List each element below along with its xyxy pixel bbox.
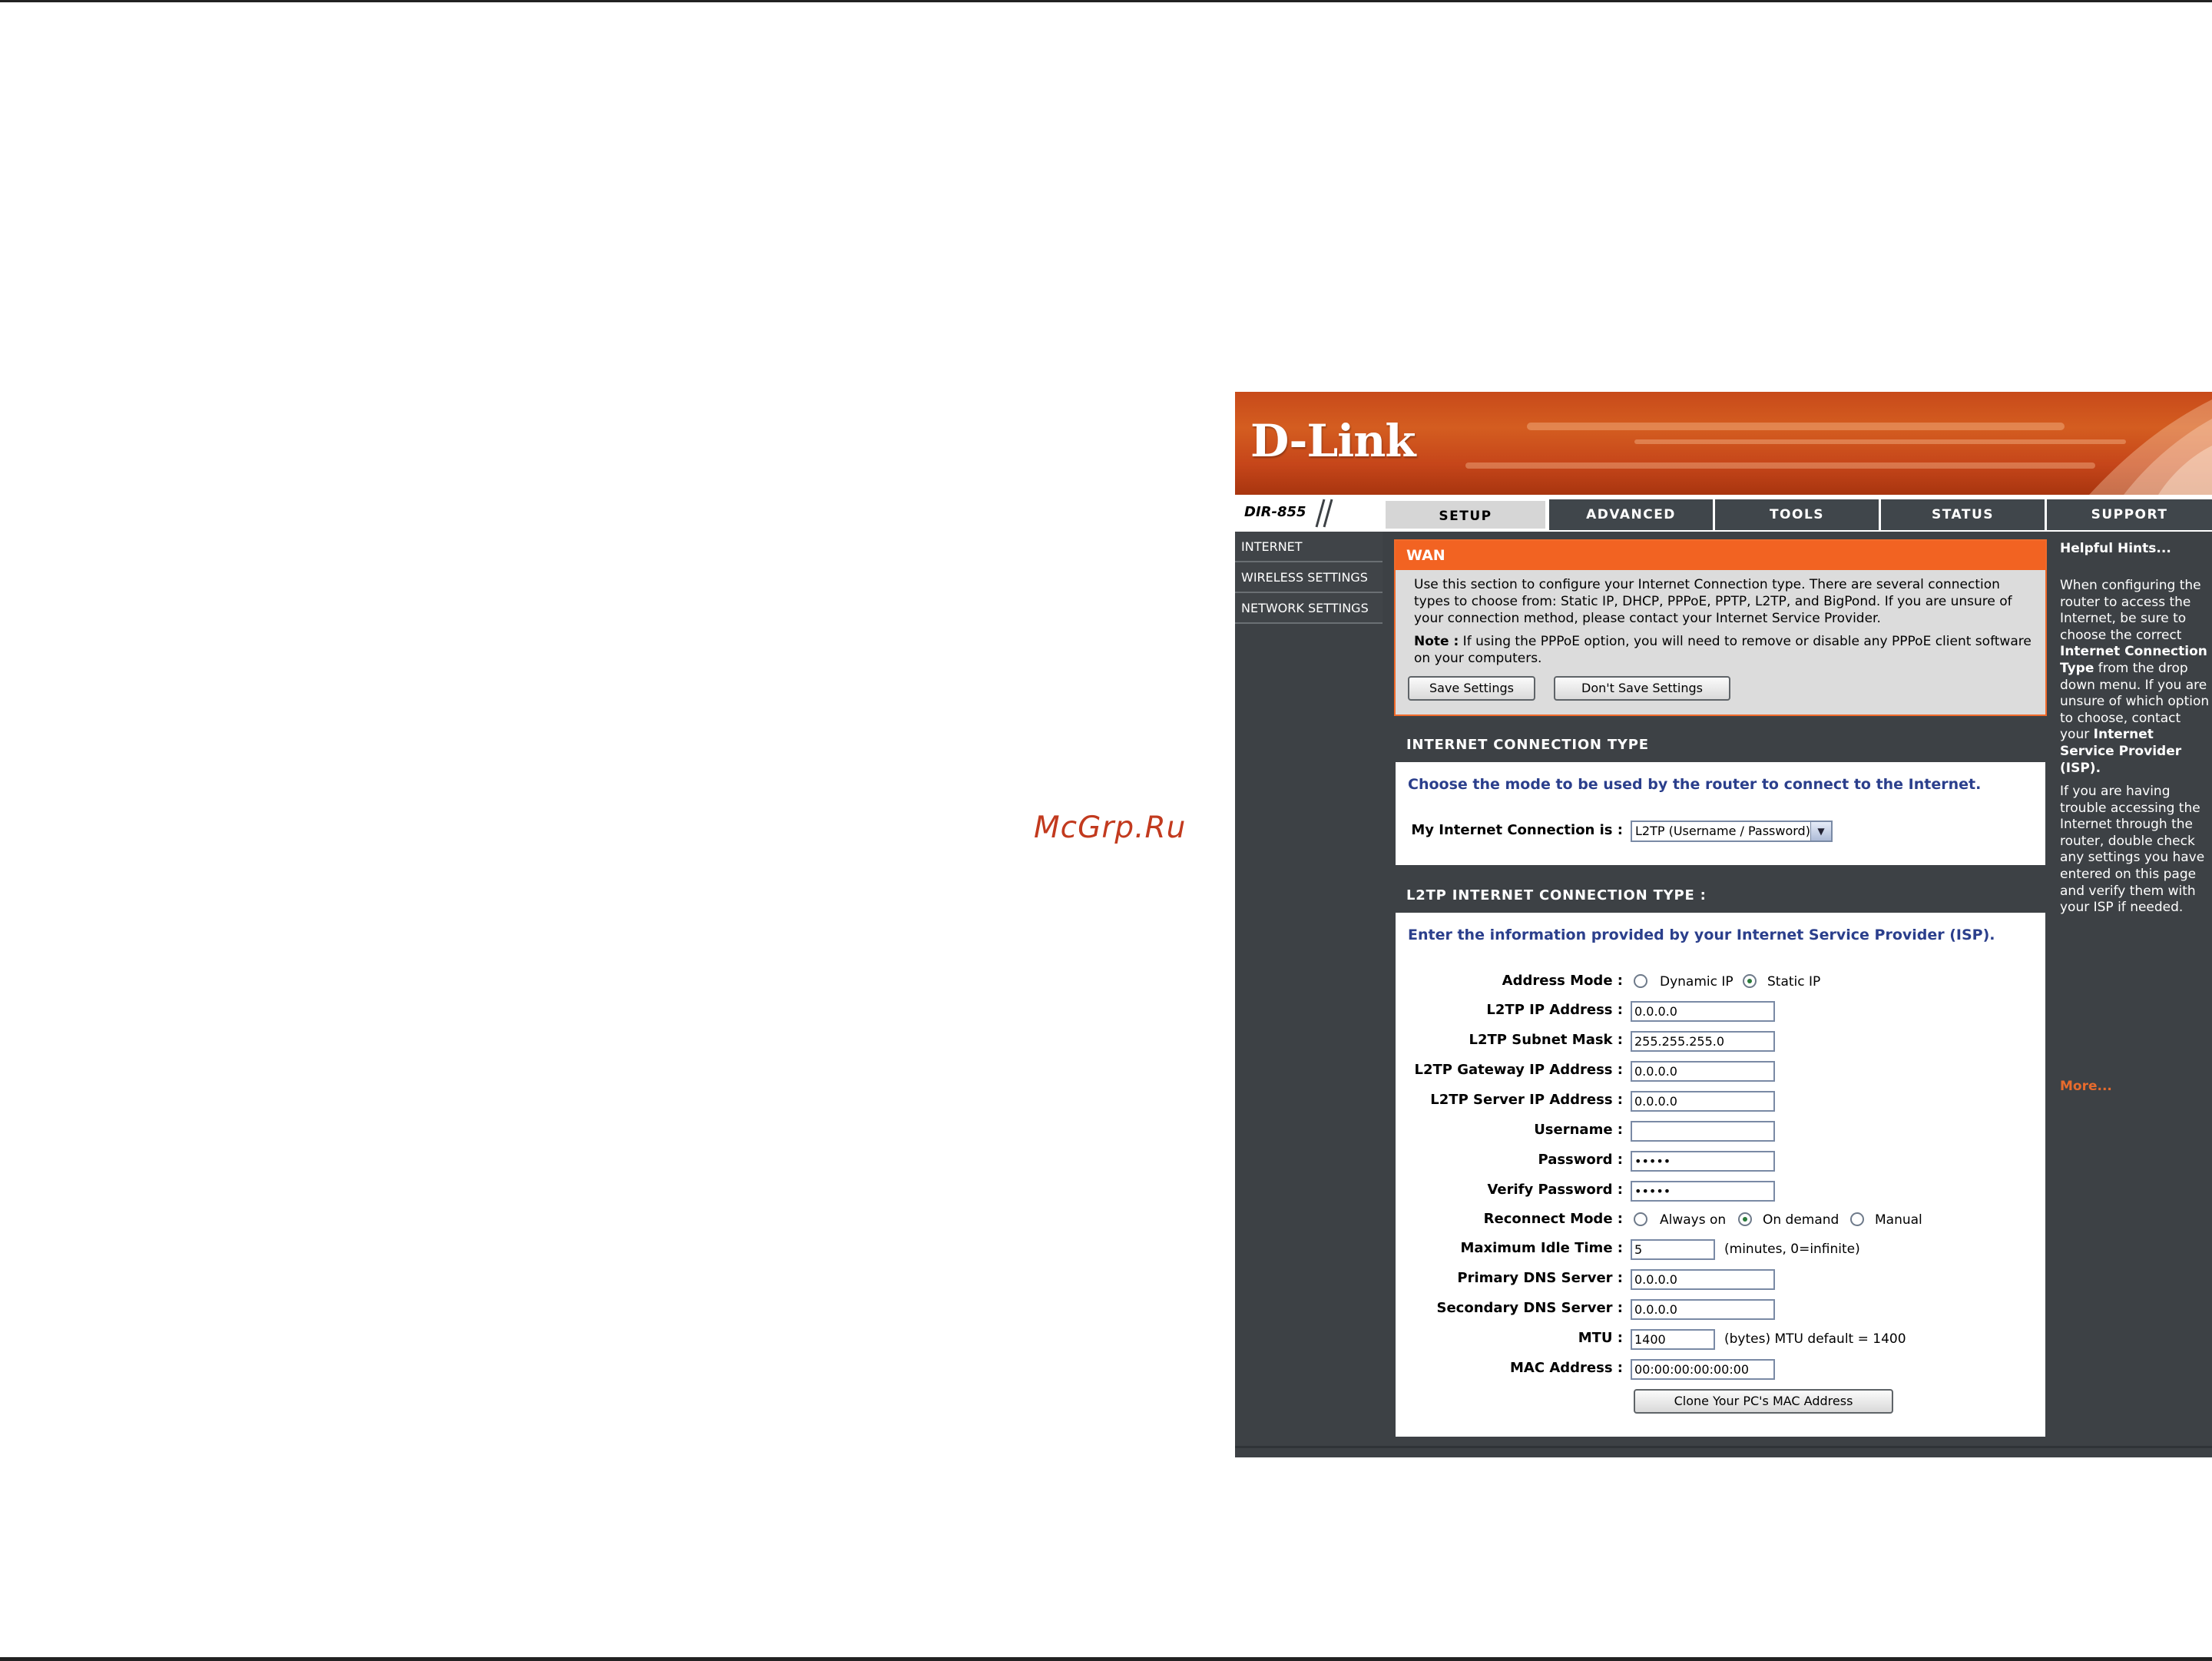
primary-dns-input[interactable]: 0.0.0.0 xyxy=(1631,1269,1775,1290)
l2tp-gateway-input[interactable]: 0.0.0.0 xyxy=(1631,1061,1775,1082)
l2tp-gateway-label: L2TP Gateway IP Address : xyxy=(1414,1062,1623,1078)
wan-description: Use this section to configure your Inter… xyxy=(1414,577,2012,626)
l2tp-ip-input[interactable]: 0.0.0.0 xyxy=(1631,1001,1775,1022)
l2tp-ip-label: L2TP IP Address : xyxy=(1486,1002,1623,1018)
connection-type-select[interactable]: L2TP (Username / Password) ▼ xyxy=(1631,821,1833,842)
verify-password-input[interactable]: ••••• xyxy=(1631,1181,1775,1202)
dont-save-settings-button[interactable]: Don't Save Settings xyxy=(1554,676,1730,701)
sidebar-item-internet[interactable]: INTERNET xyxy=(1235,532,1382,562)
footer-strip xyxy=(1235,1446,2212,1457)
username-input[interactable] xyxy=(1631,1121,1775,1142)
dlink-logo: D-Link xyxy=(1250,415,1416,467)
l2tp-server-input[interactable]: 0.0.0.0 xyxy=(1631,1091,1775,1112)
connection-type-title: INTERNET CONNECTION TYPE xyxy=(1396,728,2045,762)
l2tp-subnet-input[interactable]: 255.255.255.0 xyxy=(1631,1031,1775,1052)
header-banner: D-Link xyxy=(1235,392,2212,495)
mtu-note: (bytes) MTU default = 1400 xyxy=(1724,1331,1906,1347)
password-input[interactable]: ••••• xyxy=(1631,1151,1775,1172)
sidebar-item-wireless-settings[interactable]: WIRELESS SETTINGS xyxy=(1235,562,1382,593)
sidebar: INTERNET WIRELESS SETTINGS NETWORK SETTI… xyxy=(1235,532,1382,1457)
reconnect-mode-label: Reconnect Mode : xyxy=(1483,1211,1623,1227)
l2tp-intro: Enter the information provided by your I… xyxy=(1408,927,1995,943)
wan-note-label: Note : xyxy=(1414,634,1459,649)
address-mode-label: Address Mode : xyxy=(1502,973,1623,989)
tab-advanced[interactable]: ADVANCED xyxy=(1549,499,1713,530)
router-screenshot: D-Link DIR-855 SETUP ADVANCED TOOLS STAT… xyxy=(1235,392,2212,1457)
l2tp-subnet-label: L2TP Subnet Mask : xyxy=(1469,1032,1624,1048)
reconnect-manual-radio[interactable] xyxy=(1850,1212,1864,1226)
username-label: Username : xyxy=(1534,1122,1623,1138)
hints-title: Helpful Hints... xyxy=(2060,541,2171,556)
idle-time-input[interactable]: 5 xyxy=(1631,1239,1715,1260)
top-rule xyxy=(0,0,2212,2)
connection-type-value: L2TP (Username / Password) xyxy=(1635,824,1810,838)
connection-type-intro: Choose the mode to be used by the router… xyxy=(1408,776,1982,793)
model-label: DIR-855 xyxy=(1235,499,1308,525)
tab-setup[interactable]: SETUP xyxy=(1384,499,1547,530)
hints-paragraph-2: If you are having trouble accessing the … xyxy=(2060,784,2205,916)
main-content: WAN Use this section to configure your I… xyxy=(1386,532,2048,1454)
helpful-hints-panel: Helpful Hints... When configuring the ro… xyxy=(2055,532,2212,1457)
l2tp-section: L2TP INTERNET CONNECTION TYPE : Enter th… xyxy=(1394,877,2047,1438)
hints-text: When configuring the router to access th… xyxy=(2060,578,2201,643)
tab-tools[interactable]: TOOLS xyxy=(1715,499,1879,530)
connection-type-label: My Internet Connection is : xyxy=(1411,822,1623,838)
hints-more-link[interactable]: More... xyxy=(2060,1079,2112,1094)
bottom-rule xyxy=(0,1657,2212,1661)
reconnect-on-demand-label: On demand xyxy=(1763,1212,1839,1228)
address-mode-static-radio[interactable] xyxy=(1743,974,1757,988)
reconnect-manual-label: Manual xyxy=(1875,1212,1922,1228)
mtu-label: MTU : xyxy=(1578,1330,1623,1346)
watermark: McGrp.Ru xyxy=(1034,811,1187,845)
wan-note: Note : If using the PPPoE option, you wi… xyxy=(1396,633,2045,667)
password-label: Password : xyxy=(1538,1152,1623,1168)
idle-time-label: Maximum Idle Time : xyxy=(1460,1240,1623,1256)
slash-divider-icon xyxy=(1315,499,1333,528)
reconnect-always-on-label: Always on xyxy=(1660,1212,1727,1228)
internet-connection-type-section: INTERNET CONNECTION TYPE Choose the mode… xyxy=(1394,727,2047,867)
mtu-input[interactable]: 1400 xyxy=(1631,1329,1715,1350)
clone-mac-button[interactable]: Clone Your PC's MAC Address xyxy=(1634,1389,1893,1414)
mac-address-label: MAC Address : xyxy=(1510,1360,1623,1376)
wan-note-text: If using the PPPoE option, you will need… xyxy=(1414,634,2032,666)
chevron-down-icon: ▼ xyxy=(1810,822,1831,840)
address-mode-dynamic-radio[interactable] xyxy=(1634,974,1647,988)
reconnect-on-demand-radio[interactable] xyxy=(1738,1212,1752,1226)
secondary-dns-label: Secondary DNS Server : xyxy=(1436,1300,1624,1316)
sidebar-item-network-settings[interactable]: NETWORK SETTINGS xyxy=(1235,593,1382,624)
banner-swoosh-icon xyxy=(2089,400,2212,495)
idle-time-note: (minutes, 0=infinite) xyxy=(1724,1242,1860,1257)
primary-dns-label: Primary DNS Server : xyxy=(1457,1270,1623,1286)
mac-address-input[interactable]: 00:00:00:00:00:00 xyxy=(1631,1359,1775,1380)
save-settings-button[interactable]: Save Settings xyxy=(1408,676,1535,701)
address-mode-dynamic-label: Dynamic IP xyxy=(1660,974,1734,990)
l2tp-server-label: L2TP Server IP Address : xyxy=(1430,1092,1623,1108)
hints-bold-text: . xyxy=(2095,760,2101,776)
tab-support[interactable]: SUPPORT xyxy=(2047,499,2212,530)
secondary-dns-input[interactable]: 0.0.0.0 xyxy=(1631,1299,1775,1320)
reconnect-always-on-radio[interactable] xyxy=(1634,1212,1647,1226)
l2tp-title: L2TP INTERNET CONNECTION TYPE : xyxy=(1396,879,2045,913)
verify-password-label: Verify Password : xyxy=(1487,1182,1623,1198)
tab-status[interactable]: STATUS xyxy=(1881,499,2045,530)
wan-section: WAN Use this section to configure your I… xyxy=(1394,539,2047,716)
hints-paragraph-1: When configuring the router to access th… xyxy=(2060,578,2210,777)
wan-title: WAN xyxy=(1396,541,2045,570)
address-mode-static-label: Static IP xyxy=(1767,974,1821,990)
